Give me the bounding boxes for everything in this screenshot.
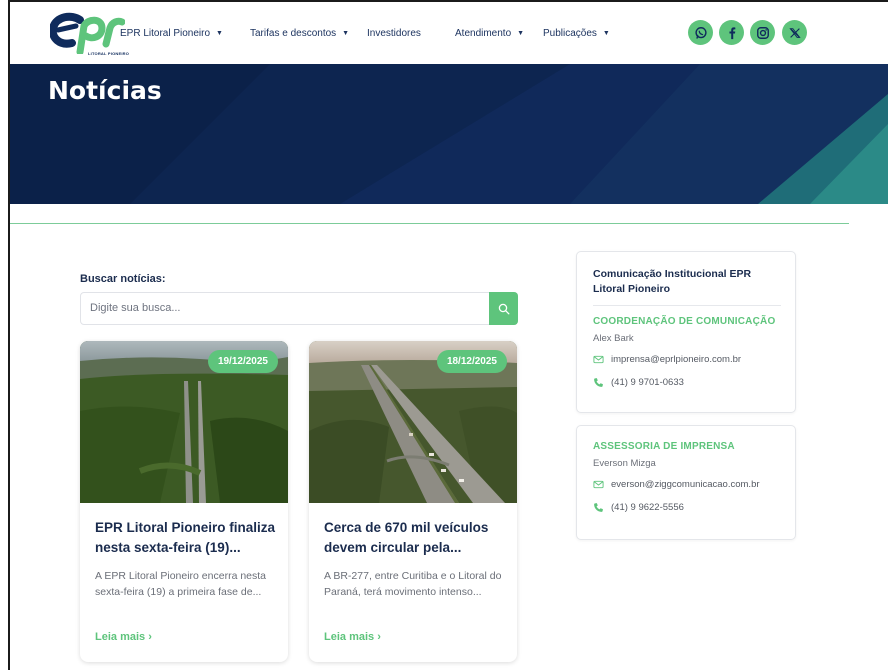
search-button[interactable] [489,292,518,325]
contact-email-row[interactable]: everson@ziggcomunicacao.com.br [593,479,760,490]
facebook-icon[interactable] [719,20,744,45]
phone-icon [594,378,603,387]
instagram-glyph [756,26,769,39]
news-excerpt: A BR-277, entre Curitiba e o Litoral do … [324,570,502,598]
nav-label: Atendimento [455,28,512,39]
nav-atendimento[interactable]: Atendimento ▼ [455,28,524,39]
search-icon [498,303,509,314]
page-title: Notícias [48,76,162,105]
news-excerpt: A EPR Litoral Pioneiro encerra nesta sex… [95,570,267,598]
chevron-down-icon: ▼ [216,30,223,37]
x-icon[interactable] [782,20,807,45]
nav-label: EPR Litoral Pioneiro [120,28,211,39]
phone-icon [594,503,603,512]
mail-icon [593,355,604,364]
read-more-link[interactable]: Leia mais › [95,631,152,643]
contact-phone: (41) 9 9622-5556 [611,502,684,513]
contact-role: COORDENAÇÃO DE COMUNICAÇÃO [593,316,776,327]
news-card[interactable]: 19/12/2025 EPR Litoral Pioneiro finaliza… [80,341,288,662]
contact-email-row[interactable]: imprensa@eprlpioneiro.com.br [593,354,741,365]
search-input[interactable] [90,302,485,314]
nav-investidores[interactable]: Investidores [367,28,421,39]
facebook-glyph [728,26,735,39]
whatsapp-icon[interactable] [688,20,713,45]
news-card[interactable]: 18/12/2025 Cerca de 670 mil veículos dev… [309,341,517,662]
contact-section-title: Comunicação Institucional EPR Litoral Pi… [593,268,752,295]
contact-name: Everson Mizga [593,458,656,469]
chevron-down-icon: ▼ [517,30,525,37]
epr-logo[interactable] [48,12,126,56]
chevron-down-icon: ▼ [342,30,350,37]
contact-box-coordenacao: Comunicação Institucional EPR Litoral Pi… [576,251,796,413]
contact-role: ASSESSORIA DE IMPRENSA [593,441,735,452]
nav-label: Tarifas e descontos [250,28,337,39]
nav-epr-litoral-pioneiro[interactable]: EPR Litoral Pioneiro ▼ [120,28,223,39]
contact-email: everson@ziggcomunicacao.com.br [611,479,760,490]
read-more-link[interactable]: Leia mais › [324,631,381,643]
hero-banner: Notícias [10,64,888,204]
nav-publicacoes[interactable]: Publicações ▼ [543,28,610,39]
whatsapp-glyph [694,26,707,39]
news-title[interactable]: Cerca de 670 mil veículos devem circular… [324,518,506,558]
contact-phone-row[interactable]: (41) 9 9622-5556 [593,502,684,513]
contact-name: Alex Bark [593,333,634,344]
x-glyph [788,27,801,38]
nav-tarifas-e-descontos[interactable]: Tarifas e descontos ▼ [250,28,349,39]
contact-phone: (41) 9 9701-0633 [611,377,684,388]
mail-icon [593,480,604,489]
date-badge: 18/12/2025 [436,350,507,373]
contact-divider [593,305,781,306]
news-title[interactable]: EPR Litoral Pioneiro finaliza nesta sext… [95,518,277,558]
section-divider [10,223,849,224]
chevron-down-icon: ▼ [602,30,610,37]
logo-subtext: LITORAL PIONEIRO [88,51,130,56]
nav-label: Investidores [367,28,421,39]
instagram-icon[interactable] [750,20,775,45]
search-field [80,292,518,325]
contact-box-assessoria: ASSESSORIA DE IMPRENSA Everson Mizga eve… [576,425,796,540]
date-badge: 19/12/2025 [207,350,278,373]
nav-label: Publicações [543,28,597,39]
epr-logo-mark [48,12,126,56]
contact-phone-row[interactable]: (41) 9 9701-0633 [593,377,684,388]
site-header: LITORAL PIONEIRO EPR Litoral Pioneiro ▼ … [10,2,888,64]
search-label: Buscar notícias: [80,273,166,285]
contact-email: imprensa@eprlpioneiro.com.br [611,354,742,365]
